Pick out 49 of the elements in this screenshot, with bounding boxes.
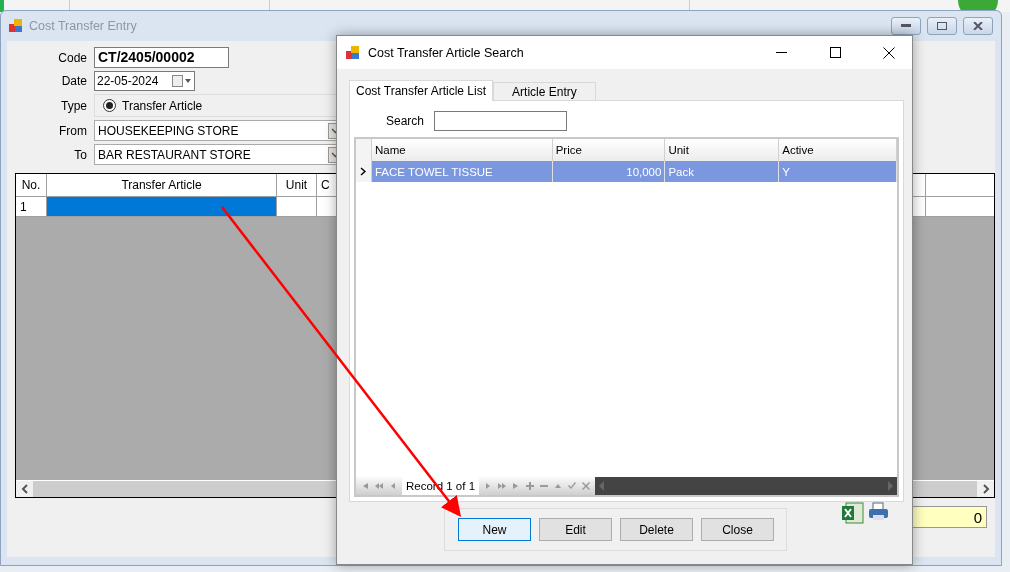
tab[interactable]: Cost Transfer Article List: [349, 80, 494, 101]
action-button[interactable]: Close: [701, 518, 774, 541]
scroll-right-icon[interactable]: [981, 484, 990, 494]
field-label: To: [73, 147, 87, 162]
printer-icon[interactable]: [868, 502, 890, 522]
minimize-button[interactable]: [891, 17, 921, 35]
search-label: Search: [386, 114, 425, 128]
action-button[interactable]: Edit: [539, 518, 612, 541]
table-cell: Pack: [665, 161, 780, 182]
previous-page-icon[interactable]: [375, 482, 383, 490]
field-label: Type: [60, 98, 87, 113]
maximize-icon: [829, 47, 841, 58]
window-title: Cost Transfer Entry: [29, 19, 138, 33]
action-button[interactable]: Delete: [620, 518, 693, 541]
next-page-icon[interactable]: [498, 482, 507, 490]
window-icon: [9, 19, 23, 33]
window-icon: [346, 45, 360, 60]
minimize-icon: [775, 51, 787, 54]
search-field[interactable]: [434, 111, 568, 131]
first-record-icon[interactable]: [361, 482, 369, 490]
table-cell: Y: [779, 161, 897, 182]
dialog-title: Cost Transfer Article Search: [368, 45, 525, 60]
close-button[interactable]: [963, 17, 993, 35]
remove-icon[interactable]: [540, 482, 549, 490]
check-icon[interactable]: [568, 482, 577, 490]
code-field[interactable]: CT/2405/00002: [94, 47, 229, 68]
add-icon[interactable]: [526, 482, 535, 490]
action-button[interactable]: New: [458, 518, 531, 541]
selected-cell[interactable]: [47, 197, 277, 216]
date-field[interactable]: 22-05-2024: [94, 71, 195, 91]
table-cell: 10,000: [552, 161, 666, 182]
close-icon: [883, 46, 895, 59]
tab[interactable]: Article Entry: [493, 82, 596, 100]
scroll-left-icon[interactable]: [20, 484, 29, 494]
table-cell: FACE TOWEL TISSUE: [371, 161, 553, 182]
close-icon: [973, 22, 983, 30]
radio-button[interactable]: Transfer Article: [103, 98, 203, 113]
row-pointer-icon: [360, 167, 367, 176]
restore-icon: [937, 22, 947, 30]
calendar-icon[interactable]: [172, 75, 192, 87]
restore-button[interactable]: [927, 17, 957, 35]
field-label: Code: [57, 50, 87, 65]
up-icon[interactable]: [554, 482, 563, 490]
spreadsheet-icon[interactable]: [842, 502, 864, 524]
minimize-icon: [901, 24, 911, 28]
previous-record-icon[interactable]: [389, 482, 397, 490]
cancel-icon[interactable]: [582, 482, 591, 490]
field-label: Date: [60, 74, 87, 88]
field-label: From: [58, 123, 87, 138]
